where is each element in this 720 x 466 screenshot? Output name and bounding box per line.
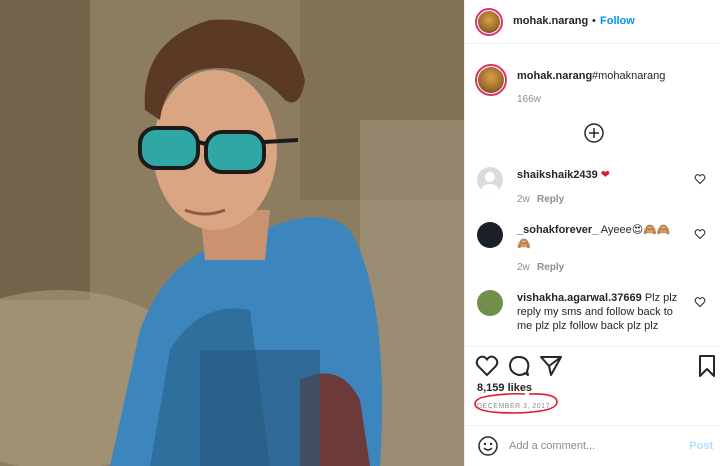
- instagram-post-modal: mohak.narang • Follow mohak.narang #moha…: [0, 0, 720, 466]
- comment-text-line2: 🙈: [517, 238, 531, 250]
- avatar[interactable]: [475, 8, 503, 36]
- heart-icon[interactable]: [694, 173, 706, 185]
- comment-2: _sohakforever_ Ayeee😍🙈🙈 🙈: [517, 223, 697, 251]
- comment-username[interactable]: _sohakforever_: [517, 224, 598, 236]
- comment-icon[interactable]: [507, 354, 531, 378]
- commenter-avatar[interactable]: [477, 290, 503, 316]
- comment-time: 2w: [517, 194, 530, 205]
- header-username[interactable]: mohak.narang: [513, 15, 588, 27]
- default-avatar-icon: [481, 172, 499, 193]
- comment-username[interactable]: vishakha.agarwal.37669: [517, 292, 642, 304]
- comment-text-line2: reply my sms and follow back to: [517, 306, 673, 318]
- plus-circle-icon[interactable]: [583, 122, 605, 144]
- post-sidebar: mohak.narang • Follow mohak.narang #moha…: [464, 0, 720, 466]
- photo-illustration: [0, 0, 464, 466]
- annotation-circle: [474, 392, 558, 414]
- heart-icon[interactable]: [475, 354, 499, 378]
- comment-3: vishakha.agarwal.37669 Plz plz reply my …: [517, 291, 693, 333]
- comment-text: ❤: [600, 169, 611, 181]
- reply-button[interactable]: Reply: [537, 194, 564, 205]
- caption-hashtag[interactable]: #mohaknarang: [592, 69, 665, 83]
- comment-text: Ayeee😍🙈🙈: [600, 224, 671, 236]
- comment-text: Plz plz: [644, 292, 678, 304]
- post-actions: 8,159 likes DECEMBER 3, 2017 Add a comme…: [465, 346, 720, 466]
- comment-username[interactable]: shaikshaik2439: [517, 169, 598, 181]
- commenter-avatar[interactable]: [477, 167, 503, 193]
- post-header: mohak.narang • Follow: [465, 0, 720, 44]
- caption-avatar[interactable]: [475, 64, 507, 96]
- post-button[interactable]: Post: [689, 440, 713, 452]
- separator-dot: •: [592, 15, 596, 27]
- bookmark-icon[interactable]: [695, 354, 719, 378]
- follow-button[interactable]: Follow: [600, 15, 635, 27]
- commenter-avatar[interactable]: [477, 222, 503, 248]
- caption-username[interactable]: mohak.narang: [517, 70, 592, 82]
- heart-icon[interactable]: [694, 296, 706, 308]
- share-icon[interactable]: [539, 354, 563, 378]
- comment-1: shaikshaik2439 ❤: [517, 168, 610, 182]
- post-photo[interactable]: [0, 0, 464, 466]
- caption-time: 166w: [517, 94, 541, 105]
- comment-text-line3: me plz plz follow back plz plz: [517, 320, 659, 332]
- add-comment-bar: Add a comment... Post: [465, 425, 720, 466]
- comment-time: 2w: [517, 262, 530, 273]
- comment-input[interactable]: Add a comment...: [509, 440, 595, 452]
- heart-icon[interactable]: [694, 228, 706, 240]
- reply-button[interactable]: Reply: [537, 262, 564, 273]
- smiley-icon[interactable]: [477, 435, 499, 457]
